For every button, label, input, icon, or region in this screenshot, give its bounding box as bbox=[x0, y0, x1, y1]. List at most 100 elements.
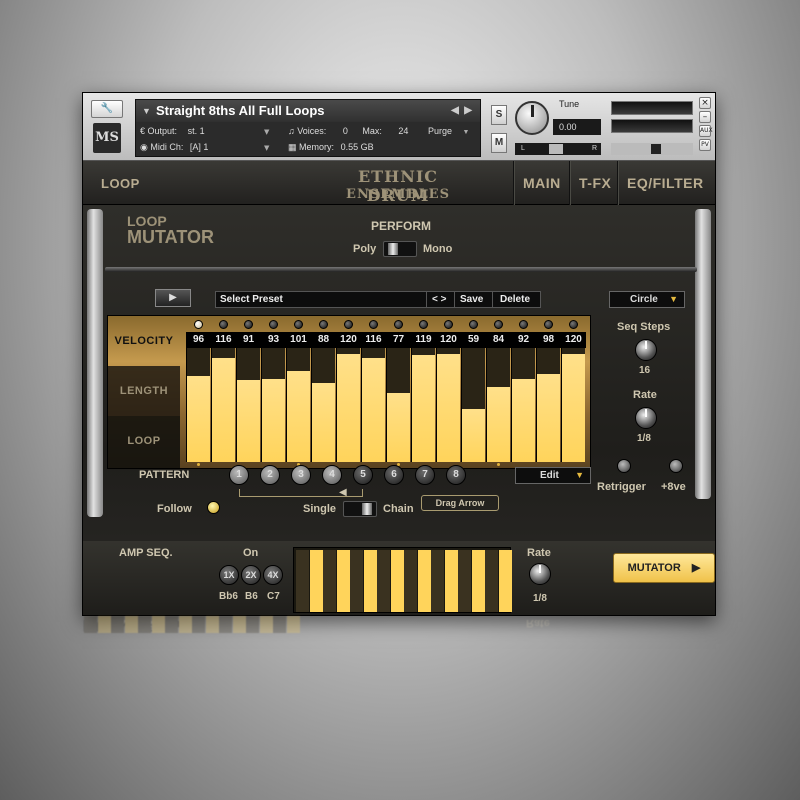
close-icon[interactable]: × bbox=[699, 97, 711, 109]
step-led[interactable] bbox=[319, 320, 328, 329]
velocity-step-12[interactable] bbox=[461, 348, 485, 462]
amp-step-16[interactable] bbox=[498, 550, 512, 612]
output-row[interactable]: € Output: st. 1 bbox=[140, 126, 205, 136]
amp-step-2[interactable] bbox=[309, 550, 323, 612]
pan-handle[interactable] bbox=[549, 144, 563, 154]
tab-loop[interactable]: LOOP bbox=[108, 416, 180, 468]
amp-step-13[interactable] bbox=[458, 550, 471, 612]
amp-step-12[interactable] bbox=[444, 550, 458, 612]
step-led[interactable] bbox=[519, 320, 528, 329]
pattern-button-2[interactable]: 2 bbox=[260, 465, 280, 485]
amp-step-4[interactable] bbox=[336, 550, 350, 612]
pattern-button-4[interactable]: 4 bbox=[322, 465, 342, 485]
velocity-step-3[interactable] bbox=[236, 348, 260, 462]
output-value[interactable]: st. 1 bbox=[188, 126, 205, 136]
step-led[interactable] bbox=[494, 320, 503, 329]
preset-select[interactable]: Select Preset bbox=[220, 292, 283, 307]
mutator-button[interactable]: MUTATOR ▶ bbox=[613, 553, 715, 583]
velocity-step-4[interactable] bbox=[261, 348, 285, 462]
amp-step-5[interactable] bbox=[350, 550, 363, 612]
velocity-step-2[interactable] bbox=[211, 348, 235, 462]
rate-knob[interactable] bbox=[635, 407, 657, 429]
step-led[interactable] bbox=[244, 320, 253, 329]
pattern-button-7[interactable]: 7 bbox=[415, 465, 435, 485]
velocity-step-11[interactable] bbox=[436, 348, 460, 462]
seq-steps-knob[interactable] bbox=[635, 339, 657, 361]
minimize-icon[interactable]: – bbox=[699, 111, 711, 123]
play-button[interactable]: ▶ bbox=[155, 289, 191, 307]
preset-prev-next[interactable]: < > bbox=[432, 292, 446, 307]
step-led[interactable] bbox=[269, 320, 278, 329]
dropdown-arrow-icon[interactable]: ▼ bbox=[142, 100, 151, 122]
step-led[interactable] bbox=[219, 320, 228, 329]
pan-slider[interactable]: L R bbox=[515, 143, 601, 155]
velocity-step-15[interactable] bbox=[536, 348, 560, 462]
amp-step-10[interactable] bbox=[417, 550, 431, 612]
speed-4x-button[interactable]: 4X bbox=[263, 565, 283, 585]
pattern-button-6[interactable]: 6 bbox=[384, 465, 404, 485]
velocity-step-13[interactable] bbox=[486, 348, 510, 462]
mute-button[interactable]: M bbox=[491, 133, 507, 153]
pattern-button-1[interactable]: 1 bbox=[229, 465, 249, 485]
volume-handle[interactable] bbox=[651, 144, 661, 154]
amp-step-1[interactable] bbox=[296, 550, 309, 612]
velocity-step-8[interactable] bbox=[361, 348, 385, 462]
step-led[interactable] bbox=[294, 320, 303, 329]
follow-toggle[interactable] bbox=[207, 501, 220, 514]
tab-t-fx[interactable]: T-FX bbox=[579, 175, 611, 191]
velocity-step-10[interactable] bbox=[411, 348, 435, 462]
pattern-button-5[interactable]: 5 bbox=[353, 465, 373, 485]
velocity-step-16[interactable] bbox=[561, 348, 585, 462]
tab-length[interactable]: LENGTH bbox=[108, 366, 180, 416]
plus8ve-switch[interactable] bbox=[669, 459, 683, 473]
delete-button[interactable]: Delete bbox=[500, 292, 530, 307]
velocity-step-9[interactable] bbox=[386, 348, 410, 462]
drag-arrow-handle[interactable]: Drag Arrow bbox=[421, 495, 499, 511]
step-led[interactable] bbox=[444, 320, 453, 329]
tune-value[interactable]: 0.00 bbox=[553, 119, 601, 135]
velocity-step-6[interactable] bbox=[311, 348, 335, 462]
amp-step-3[interactable] bbox=[323, 550, 336, 612]
velocity-step-14[interactable] bbox=[511, 348, 535, 462]
step-led[interactable] bbox=[394, 320, 403, 329]
midi-dropdown-icon[interactable]: ▼ bbox=[264, 144, 269, 152]
volume-slider[interactable] bbox=[611, 143, 693, 155]
poly-mono-toggle[interactable] bbox=[383, 241, 417, 257]
toggle-handle[interactable] bbox=[388, 243, 398, 255]
step-led[interactable] bbox=[419, 320, 428, 329]
speed-1x-button[interactable]: 1X bbox=[219, 565, 239, 585]
amp-step-14[interactable] bbox=[471, 550, 485, 612]
tune-knob[interactable] bbox=[515, 101, 549, 135]
amp-step-9[interactable] bbox=[404, 550, 417, 612]
pv-button[interactable]: PV bbox=[699, 139, 711, 151]
max-value[interactable]: 24 bbox=[398, 126, 408, 136]
speed-2x-button[interactable]: 2X bbox=[241, 565, 261, 585]
tab-main[interactable]: MAIN bbox=[523, 175, 561, 191]
midi-row[interactable]: ◉ Midi Ch: [A] 1 bbox=[140, 142, 208, 153]
retrigger-switch[interactable] bbox=[617, 459, 631, 473]
purge-menu[interactable]: Purge ▼ bbox=[428, 126, 469, 136]
pattern-button-8[interactable]: 8 bbox=[446, 465, 466, 485]
tab-velocity[interactable]: VELOCITY bbox=[108, 316, 180, 366]
instrument-name-bar[interactable]: ▼ Straight 8ths All Full Loops ◀ ▶ bbox=[136, 100, 480, 122]
wrench-icon[interactable]: 🔧 bbox=[91, 100, 123, 118]
amp-step-15[interactable] bbox=[485, 550, 498, 612]
aux-button[interactable]: AUX bbox=[699, 125, 713, 137]
tab-eq-filter[interactable]: EQ/FILTER bbox=[627, 175, 704, 191]
toggle-handle[interactable] bbox=[362, 503, 372, 515]
save-button[interactable]: Save bbox=[460, 292, 483, 307]
step-led[interactable] bbox=[369, 320, 378, 329]
velocity-step-1[interactable] bbox=[186, 348, 210, 462]
solo-button[interactable]: S bbox=[491, 105, 507, 125]
step-led[interactable] bbox=[194, 320, 203, 329]
edit-dropdown[interactable]: Edit ▼ bbox=[515, 467, 591, 484]
prev-next-instrument-icon[interactable]: ◀ ▶ bbox=[451, 100, 472, 122]
midi-value[interactable]: [A] 1 bbox=[190, 142, 209, 152]
single-chain-toggle[interactable] bbox=[343, 501, 377, 517]
velocity-step-5[interactable] bbox=[286, 348, 310, 462]
amp-rate-knob[interactable] bbox=[529, 563, 551, 585]
mode-dropdown[interactable]: Circle ▼ bbox=[609, 291, 685, 308]
pattern-button-3[interactable]: 3 bbox=[291, 465, 311, 485]
amp-step-7[interactable] bbox=[377, 550, 390, 612]
step-led[interactable] bbox=[544, 320, 553, 329]
